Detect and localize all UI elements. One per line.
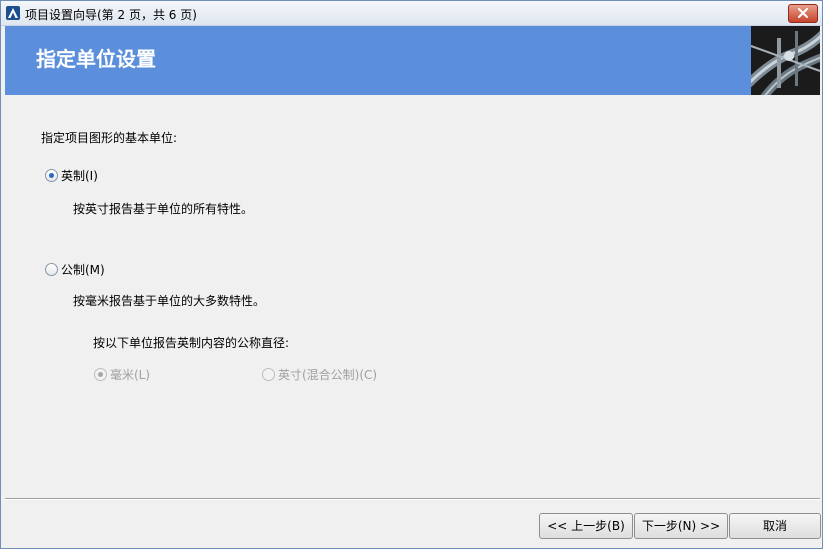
close-button[interactable]: [788, 4, 818, 23]
imperial-radio[interactable]: [45, 169, 58, 182]
back-button[interactable]: << 上一步(B): [539, 513, 633, 539]
window-title: 项目设置向导(第 2 页，共 6 页): [25, 8, 197, 22]
millimeter-radio[interactable]: [94, 368, 107, 381]
footer-divider: [5, 498, 820, 500]
inch-mixed-metric-radio[interactable]: [262, 368, 275, 381]
wizard-content: 指定项目图形的基本单位: 英制(I) 按英寸报告基于单位的所有特性。 公制(M)…: [5, 95, 820, 499]
metric-label[interactable]: 公制(M): [61, 261, 105, 278]
metric-description: 按毫米报告基于单位的大多数特性。: [73, 294, 266, 308]
page-title: 指定单位设置: [36, 47, 156, 71]
metric-radio[interactable]: [45, 263, 58, 276]
radio-selected-dot: [49, 173, 54, 178]
autocad-app-icon: [6, 6, 20, 20]
wizard-header: 指定单位设置: [5, 26, 820, 95]
imperial-label[interactable]: 英制(I): [61, 167, 98, 184]
wizard-window: 项目设置向导(第 2 页，共 6 页) 指定单位设置 指定项目图形的基本单位:: [0, 0, 823, 549]
radio-selected-dot: [98, 372, 103, 377]
close-icon: [798, 8, 808, 18]
cancel-button[interactable]: 取消: [729, 513, 821, 539]
title-bar[interactable]: 项目设置向导(第 2 页，共 6 页): [1, 1, 822, 26]
millimeter-label[interactable]: 毫米(L): [110, 366, 150, 383]
nominal-diameter-prompt: 按以下单位报告英制内容的公称直径:: [93, 336, 290, 350]
inch-mixed-metric-label[interactable]: 英寸(混合公制)(C): [278, 366, 377, 383]
next-button[interactable]: 下一步(N) >>: [634, 513, 728, 539]
imperial-description: 按英寸报告基于单位的所有特性。: [73, 202, 254, 216]
header-pipes-image: [751, 26, 820, 95]
base-unit-prompt: 指定项目图形的基本单位:: [41, 131, 178, 145]
